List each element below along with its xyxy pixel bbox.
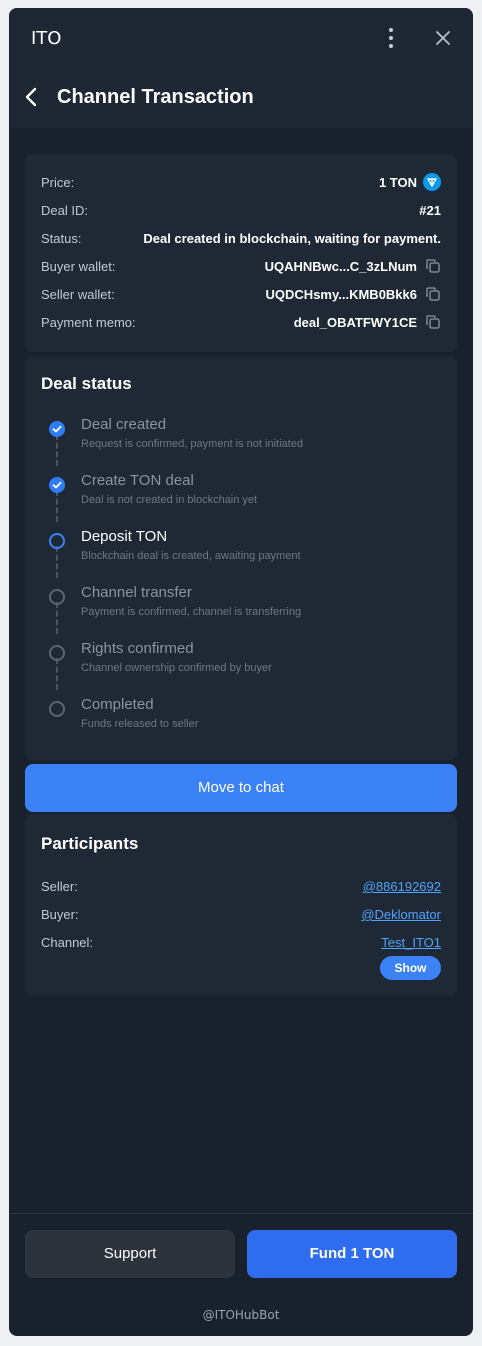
status-row: Status: Deal created in blockchain, wait…: [41, 228, 441, 248]
pending-step-indicator: [49, 701, 65, 717]
step-description: Deal is not created in blockchain yet: [81, 494, 258, 506]
page-title: Channel Transaction: [57, 86, 254, 108]
seller-wallet-label: Seller wallet:: [41, 287, 115, 302]
step-title: Channel transfer: [81, 584, 192, 601]
seller-row: Seller: @886192692: [41, 876, 441, 896]
status-value: Deal created in blockchain, waiting for …: [143, 231, 441, 246]
step-title: Completed: [81, 696, 154, 713]
seller-label: Seller:: [41, 879, 78, 894]
deal-id-row: Deal ID: #21: [41, 200, 441, 220]
step-title: Deposit TON: [81, 528, 168, 545]
seller-wallet-value: UQDCHsmy...KMB0Bkk6: [265, 287, 417, 302]
footer-divider: [9, 1213, 473, 1214]
close-icon[interactable]: [433, 28, 453, 48]
step-description: Payment is confirmed, channel is transfe…: [81, 606, 302, 618]
payment-memo-value: deal_OBATFWY1CE: [293, 315, 417, 330]
participants-title: Participants: [41, 834, 139, 853]
channel-label: Channel:: [41, 935, 94, 950]
copy-icon[interactable]: [425, 258, 441, 274]
support-button[interactable]: Support: [25, 1230, 235, 1278]
status-label: Status:: [41, 231, 82, 246]
participants-card: Participants Seller: @886192692 Buyer: @…: [25, 814, 457, 996]
step-rights-confirmed: Rights confirmed Channel ownership confi…: [25, 640, 457, 680]
move-to-chat-button[interactable]: Move to chat: [25, 764, 457, 812]
chevron-left-icon[interactable]: [19, 84, 45, 110]
step-create-ton-deal: Create TON deal Deal is not created in b…: [25, 472, 457, 512]
price-row: Price: 1 TON: [41, 172, 441, 192]
step-description: Blockchain deal is created, awaiting pay…: [81, 550, 301, 562]
check-icon: [49, 421, 65, 437]
step-description: Channel ownership confirmed by buyer: [81, 662, 272, 674]
ton-logo-icon: [423, 173, 441, 191]
app-title: ITO: [31, 28, 62, 49]
vertical-dots-icon[interactable]: [381, 26, 401, 50]
payment-memo-row: Payment memo: deal_OBATFWY1CE: [41, 312, 441, 332]
channel-row: Channel: Test_ITO1: [41, 932, 441, 952]
check-icon: [49, 477, 65, 493]
app-window: ITO Channel Transaction Price: 1 TON Dea…: [9, 8, 473, 1336]
price-value: 1 TON: [378, 175, 417, 190]
step-channel-transfer: Channel transfer Payment is confirmed, c…: [25, 584, 457, 624]
price-label: Price:: [41, 175, 75, 190]
bot-name: @ITOHubBot: [202, 1308, 280, 1322]
step-description: Request is confirmed, payment is not ini…: [81, 438, 303, 450]
deal-id-value: #21: [419, 203, 441, 218]
step-deal-created: Deal created Request is confirmed, payme…: [25, 416, 457, 456]
copy-icon[interactable]: [425, 314, 441, 330]
buyer-label: Buyer:: [41, 907, 79, 922]
payment-memo-label: Payment memo:: [41, 315, 136, 330]
deal-id-label: Deal ID:: [41, 203, 88, 218]
buyer-wallet-row: Buyer wallet: UQAHNBwc...C_3zLNum: [41, 256, 441, 276]
current-step-indicator: [49, 533, 65, 549]
seller-wallet-row: Seller wallet: UQDCHsmy...KMB0Bkk6: [41, 284, 441, 304]
channel-link[interactable]: Test_ITO1: [381, 935, 441, 950]
show-button[interactable]: Show: [380, 956, 441, 980]
copy-icon[interactable]: [425, 286, 441, 302]
step-title: Deal created: [81, 416, 167, 433]
step-deposit-ton: Deposit TON Blockchain deal is created, …: [25, 528, 457, 568]
buyer-row: Buyer: @Deklomator: [41, 904, 441, 924]
page-header: Channel Transaction: [9, 70, 473, 128]
step-title: Create TON deal: [81, 472, 194, 489]
pending-step-indicator: [49, 645, 65, 661]
buyer-wallet-label: Buyer wallet:: [41, 259, 116, 274]
buyer-wallet-value: UQAHNBwc...C_3zLNum: [264, 259, 417, 274]
step-title: Rights confirmed: [81, 640, 194, 657]
pending-step-indicator: [49, 589, 65, 605]
title-bar: ITO: [9, 8, 473, 70]
deal-status-title: Deal status: [41, 374, 132, 393]
fund-button[interactable]: Fund 1 TON: [247, 1230, 457, 1278]
buyer-link[interactable]: @Deklomator: [361, 907, 441, 922]
deal-info-card: Price: 1 TON Deal ID: #21 Status: Deal c…: [25, 154, 457, 352]
step-description: Funds released to seller: [81, 718, 199, 730]
seller-link[interactable]: @886192692: [363, 879, 441, 894]
step-completed: Completed Funds released to seller: [25, 696, 457, 736]
deal-status-card: Deal status Deal created Request is conf…: [25, 356, 457, 760]
